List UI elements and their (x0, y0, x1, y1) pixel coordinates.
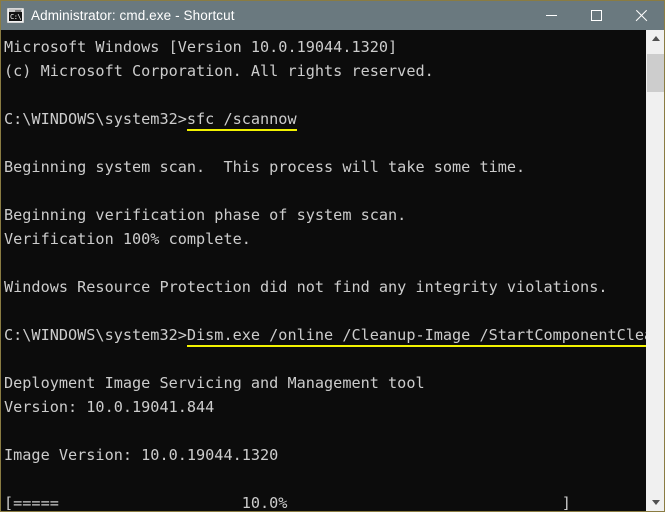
scroll-up-arrow[interactable] (647, 30, 664, 47)
console-prompt: C:\WINDOWS\system32> (4, 110, 187, 128)
console-command: Dism.exe /online /Cleanup-Image /StartCo… (187, 323, 646, 347)
console-line: Beginning verification phase of system s… (4, 206, 407, 224)
console-line: Microsoft Windows [Version 10.0.19044.13… (4, 38, 398, 56)
chevron-down-icon (651, 500, 660, 505)
console-line: C:\WINDOWS\system32>sfc /scannow (4, 107, 646, 131)
console-line: [===== 10.0% ] (4, 494, 571, 511)
chevron-up-icon (651, 36, 660, 41)
cmd-console-icon: C:\ (7, 8, 24, 23)
console-line: Version: 10.0.19041.844 (4, 398, 215, 416)
console-line: (c) Microsoft Corporation. All rights re… (4, 62, 434, 80)
window-title: Administrator: cmd.exe - Shortcut (31, 8, 235, 23)
console-line: C:\WINDOWS\system32>Dism.exe /online /Cl… (4, 323, 646, 347)
console-area: Microsoft Windows [Version 10.0.19044.13… (1, 30, 664, 511)
maximize-icon (591, 10, 602, 21)
console-line: Windows Resource Protection did not find… (4, 278, 608, 296)
minimize-button[interactable] (529, 1, 574, 30)
window-controls (529, 1, 664, 30)
console-line: Deployment Image Servicing and Managemen… (4, 374, 425, 392)
icon-prompt-text: C:\ (10, 12, 22, 21)
console-line: Verification 100% complete. (4, 230, 251, 248)
close-button[interactable] (619, 1, 664, 30)
scroll-down-arrow[interactable] (647, 494, 664, 511)
minimize-icon (546, 15, 557, 16)
console-line: Image Version: 10.0.19044.1320 (4, 446, 279, 464)
cmd-window: C:\ Administrator: cmd.exe - Shortcut Mi… (0, 0, 665, 512)
scrollbar-track[interactable] (647, 47, 664, 494)
console-command: sfc /scannow (187, 107, 297, 131)
console-prompt: C:\WINDOWS\system32> (4, 326, 187, 344)
console-line: Beginning system scan. This process will… (4, 158, 526, 176)
maximize-button[interactable] (574, 1, 619, 30)
scrollbar-thumb[interactable] (647, 54, 664, 92)
close-icon (635, 9, 648, 22)
window-titlebar[interactable]: C:\ Administrator: cmd.exe - Shortcut (1, 1, 664, 30)
vertical-scrollbar[interactable] (646, 30, 664, 511)
console-output[interactable]: Microsoft Windows [Version 10.0.19044.13… (1, 30, 646, 511)
